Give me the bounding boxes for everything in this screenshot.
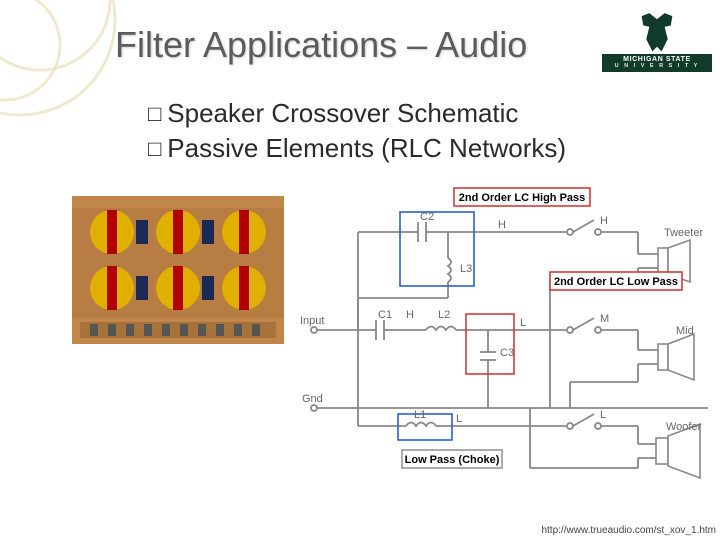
crossover-schematic: 2nd Order LC High Pass 2nd Order LC Low … — [298, 186, 708, 486]
bullet-item: □ Speaker Crossover Schematic — [148, 96, 668, 131]
label-mid: Mid — [676, 325, 694, 337]
label-c3: C3 — [500, 347, 514, 359]
logo-banner: MICHIGAN STATE U N I V E R S I T Y — [602, 54, 712, 72]
logo-brand-top: MICHIGAN STATE — [605, 56, 709, 63]
label-l-out1: L — [520, 317, 526, 329]
switch-h: H — [600, 215, 608, 227]
label-lp: 2nd Order LC Low Pass — [554, 276, 678, 288]
source-url: http://www.trueaudio.com/st_xov_1.htm — [541, 525, 716, 536]
label-l1: L1 — [414, 409, 426, 421]
switch-l: L — [600, 409, 606, 421]
spartan-head-icon — [634, 10, 680, 56]
bullet-item: □ Passive Elements (RLC Networks) — [148, 131, 668, 166]
label-woofer: Woofer — [666, 421, 702, 433]
label-h2: H — [406, 309, 414, 321]
bullet-text: Passive Elements (RLC Networks) — [167, 131, 566, 166]
slide-title: Filter Applications – Audio — [115, 24, 527, 66]
bullet-text: Speaker Crossover Schematic — [167, 96, 518, 131]
label-gnd: Gnd — [302, 393, 323, 405]
label-c2: C2 — [420, 211, 434, 223]
crossover-pcb-photo — [72, 196, 284, 344]
logo-brand-bottom: U N I V E R S I T Y — [605, 63, 709, 69]
label-l2: L2 — [438, 309, 450, 321]
label-hp: 2nd Order LC High Pass — [459, 192, 586, 204]
label-input: Input — [300, 315, 324, 327]
label-h1: H — [498, 219, 506, 231]
label-c1: C1 — [378, 309, 392, 321]
bullet-glyph-icon: □ — [148, 134, 161, 164]
label-l3: L3 — [460, 263, 472, 275]
content-area: 2nd Order LC High Pass 2nd Order LC Low … — [72, 186, 708, 494]
bullet-glyph-icon: □ — [148, 99, 161, 129]
label-choke: Low Pass (Choke) — [405, 454, 500, 466]
university-logo: MICHIGAN STATE U N I V E R S I T Y — [602, 10, 712, 72]
switch-m: M — [600, 313, 609, 325]
slide: Filter Applications – Audio MICHIGAN STA… — [0, 0, 720, 540]
label-l-out2: L — [456, 413, 462, 425]
bullet-list: □ Speaker Crossover Schematic □ Passive … — [148, 96, 668, 166]
label-tweeter: Tweeter — [664, 227, 703, 239]
